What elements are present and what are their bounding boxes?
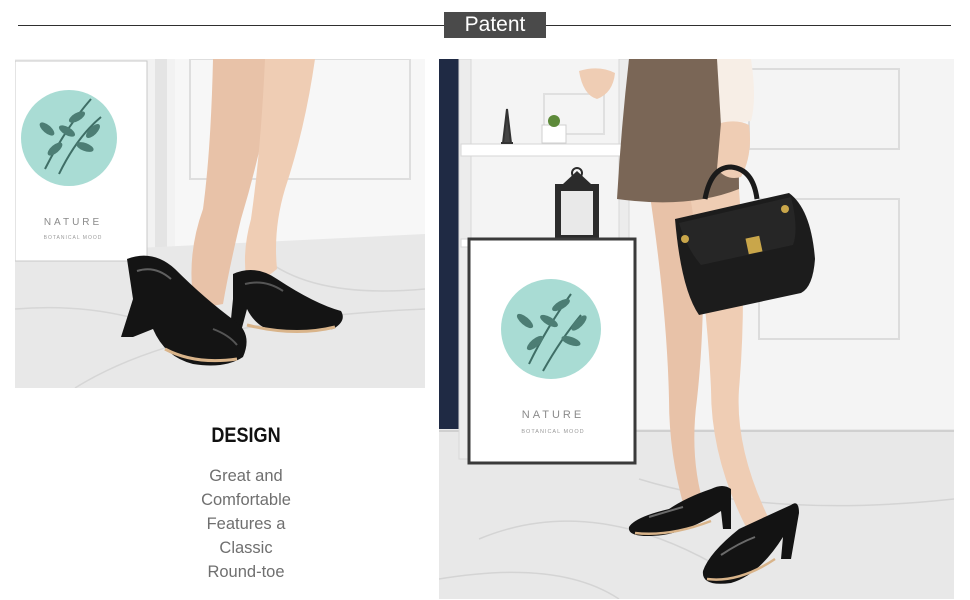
nature-poster-right: NATURE BOTANICAL MOOD xyxy=(467,237,637,465)
poster-title: NATURE xyxy=(44,217,102,228)
header-rule-right xyxy=(546,25,951,26)
shoes-closeup-photo: NATURE BOTANICAL MOOD xyxy=(15,59,425,388)
design-line: Features a xyxy=(206,515,286,533)
plant-pot xyxy=(541,124,567,144)
design-description: Great and Comfortable Features a Classic… xyxy=(156,464,336,584)
design-heading: DESIGN xyxy=(211,424,281,447)
poster-subtitle: BOTANICAL MOOD xyxy=(521,429,584,435)
blouse-sleeve xyxy=(717,59,754,125)
header-rule-left xyxy=(18,25,444,26)
model-photo: NATURE BOTANICAL MOOD xyxy=(439,59,954,599)
design-line: Classic xyxy=(219,539,273,557)
poster-title: NATURE xyxy=(522,409,584,421)
nature-poster-left: NATURE BOTANICAL MOOD xyxy=(15,60,148,262)
design-line: Comfortable xyxy=(201,491,291,509)
design-line: Round-toe xyxy=(207,563,285,581)
header-title: Patent xyxy=(444,12,546,38)
poster-subtitle: BOTANICAL MOOD xyxy=(44,235,103,241)
design-line: Great and xyxy=(209,467,283,485)
